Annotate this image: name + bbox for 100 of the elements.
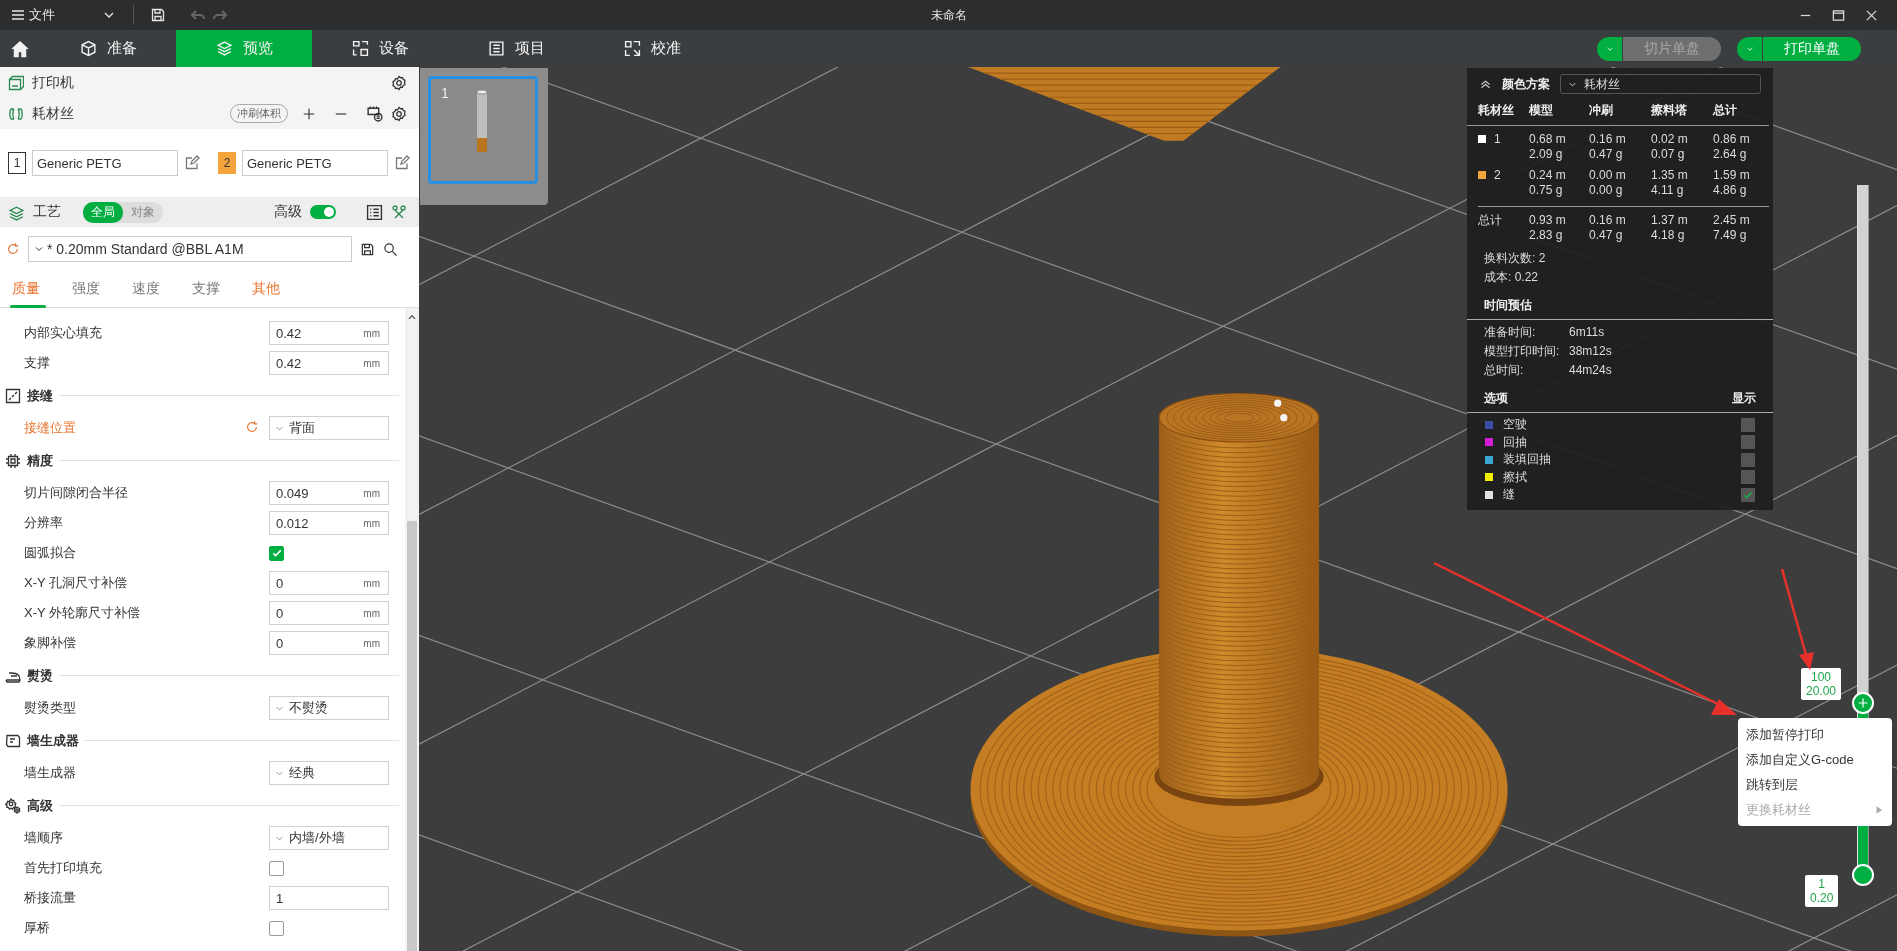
checkbox[interactable] <box>269 920 284 936</box>
maximize-icon[interactable] <box>1831 7 1846 23</box>
show-checkbox[interactable] <box>1741 470 1755 485</box>
color-scheme-dropdown[interactable]: 耗材丝 <box>1560 74 1761 94</box>
edit-icon[interactable] <box>184 155 200 171</box>
checkbox[interactable] <box>269 860 284 876</box>
dropdown-field[interactable]: 内墙/外墙 <box>269 826 389 850</box>
scroll-up-icon[interactable] <box>407 312 417 322</box>
number-field[interactable]: 0.049 mm <box>269 481 389 505</box>
reset-icon[interactable] <box>6 242 20 256</box>
legend-title: 颜色方案 <box>1502 75 1550 93</box>
stat-text: 换料次数: 2 <box>1483 250 1547 267</box>
check-icon <box>270 547 283 559</box>
column-header: 擦料塔 <box>1651 102 1688 119</box>
spool-icon <box>8 105 24 122</box>
unit-label: mm <box>363 517 380 529</box>
number-field[interactable]: 0 mm <box>269 631 389 655</box>
menu-icon <box>10 7 26 23</box>
setting-label: 支撑 <box>24 354 51 372</box>
reset-icon[interactable] <box>245 419 259 434</box>
group-title: 熨烫 <box>27 666 53 685</box>
number-field[interactable]: 0.42 mm <box>269 321 389 345</box>
group-title: 精度 <box>27 451 53 470</box>
section-title: 工艺 <box>33 203 61 221</box>
edit-icon[interactable] <box>394 155 410 171</box>
settings-tab[interactable]: 强度 <box>70 271 130 307</box>
setting-label: 桥接流量 <box>24 889 77 907</box>
upper-handle[interactable] <box>1852 691 1874 714</box>
table-cell-text: 0.02 m <box>1651 132 1689 147</box>
number-field[interactable]: 1 <box>269 886 389 910</box>
checkbox[interactable] <box>269 545 284 561</box>
nav-tab[interactable]: 设备 <box>312 30 448 67</box>
preset-combo[interactable]: * 0.20mm Standard @BBL A1M <box>28 236 352 262</box>
list-settings-icon[interactable] <box>366 203 383 221</box>
lower-handle[interactable] <box>1852 864 1874 886</box>
number-field[interactable]: 0.42 mm <box>269 351 389 375</box>
save-icon[interactable] <box>150 7 166 23</box>
menu-item[interactable]: 添加暂停打印 <box>1738 722 1892 747</box>
number-field[interactable]: 0 mm <box>269 601 389 625</box>
menu-item[interactable]: 跳转到层 <box>1738 772 1892 797</box>
settings-icon[interactable] <box>391 105 407 122</box>
flush-volume-button[interactable]: 冲刷体积 <box>230 104 288 123</box>
show-checkbox[interactable] <box>1741 417 1755 432</box>
stat-text: 成本: 0.22 <box>1483 269 1540 286</box>
time-label: 模型打印时间: <box>1484 343 1561 360</box>
group-title: 接缝 <box>27 386 53 405</box>
dropdown-field[interactable]: 背面 <box>269 416 389 440</box>
table-cell-text: 0.16 m <box>1589 213 1627 228</box>
unit-label: mm <box>363 607 380 619</box>
menu-item[interactable]: 添加自定义G-code <box>1738 747 1892 772</box>
table-cell-text: 4.86 g <box>1713 183 1748 198</box>
setting-label: 墙顺序 <box>24 829 64 847</box>
time-value: 6m11s <box>1569 324 1606 341</box>
layers-icon <box>215 40 233 57</box>
number-field[interactable]: 0 mm <box>269 571 389 595</box>
gears-icon <box>5 797 21 814</box>
wall-icon <box>5 732 21 749</box>
setting-label: 分辨率 <box>24 514 64 532</box>
settings-icon[interactable] <box>391 74 407 91</box>
unit-label: mm <box>363 357 380 369</box>
scrollbar[interactable] <box>405 308 419 951</box>
table-cell-text: 1.35 m <box>1651 168 1689 183</box>
table-cell-text: 0.93 m <box>1529 213 1567 228</box>
save-icon[interactable] <box>360 241 375 257</box>
show-checkbox[interactable] <box>1741 487 1755 502</box>
file-menu-button[interactable]: 文件 <box>10 6 55 24</box>
setting-label: 墙生成器 <box>24 764 77 782</box>
collapse-icon[interactable] <box>1479 77 1492 91</box>
dropdown-field[interactable]: 不熨烫 <box>269 696 389 720</box>
nav-tab[interactable]: 项目 <box>448 30 584 67</box>
scissors-icon[interactable] <box>391 204 407 220</box>
cube-icon <box>79 40 97 57</box>
dropdown-button[interactable] <box>1597 36 1622 61</box>
setting-label: X-Y 孔洞尺寸补偿 <box>24 574 129 592</box>
dropdown-button[interactable] <box>1737 36 1762 61</box>
nav-tab[interactable]: 准备 <box>40 30 176 67</box>
section-title: 耗材丝 <box>32 104 74 123</box>
settings-tab[interactable]: 速度 <box>130 271 190 307</box>
table-cell-text: 0.24 m <box>1529 168 1567 183</box>
table-cell-text: 4.18 g <box>1651 228 1686 243</box>
column-header: 总计 <box>1713 102 1738 119</box>
slot-number: 2 <box>218 152 236 174</box>
show-checkbox[interactable] <box>1741 435 1755 450</box>
filament-field[interactable]: Generic PETG <box>242 150 388 176</box>
search-icon[interactable] <box>383 241 398 257</box>
sync-icon[interactable] <box>366 105 383 122</box>
number-field[interactable]: 0.012 mm <box>269 511 389 535</box>
show-checkbox[interactable] <box>1741 452 1755 467</box>
settings-tab[interactable]: 支撑 <box>190 271 250 307</box>
process-icon <box>8 203 25 221</box>
device-icon <box>351 40 369 57</box>
filament-field[interactable]: Generic PETG <box>32 150 178 176</box>
advanced-toggle[interactable] <box>310 205 336 219</box>
layer-number: 1 <box>1818 877 1825 891</box>
table-cell-text: 0.68 m <box>1529 132 1567 147</box>
add-icon[interactable] <box>302 106 316 121</box>
nav-tab[interactable]: 校准 <box>584 30 720 67</box>
dropdown-field[interactable]: 经典 <box>269 761 389 785</box>
table-cell-text: 0.16 m <box>1589 132 1627 147</box>
time-value: 38m12s <box>1569 343 1613 360</box>
